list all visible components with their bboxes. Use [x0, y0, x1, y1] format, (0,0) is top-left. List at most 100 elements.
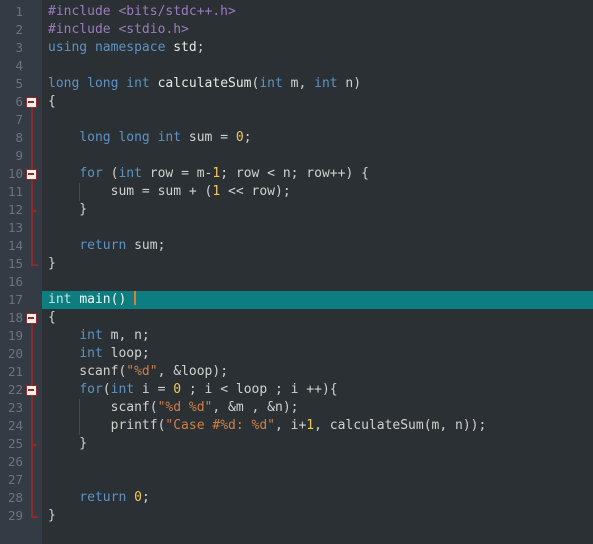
line-number: 25 [7, 436, 23, 451]
line-number: 4 [15, 58, 23, 73]
gutter-row[interactable]: 7 [0, 111, 42, 129]
code-line[interactable]: printf("Case #%d: %d", i+1, calculateSum… [42, 417, 593, 435]
code-line[interactable]: scanf("%d %d", &m , &n); [42, 399, 593, 417]
line-number: 13 [7, 220, 23, 235]
code-line[interactable]: scanf("%d", &loop); [42, 363, 593, 381]
line-number: 21 [7, 364, 23, 379]
code-token-str: "%d %d" [157, 400, 213, 415]
gutter-row[interactable]: 9 [0, 147, 42, 165]
gutter-row[interactable]: 14 [0, 237, 42, 255]
code-line[interactable]: #include <stdio.h> [42, 21, 593, 39]
gutter-row[interactable]: 10 [0, 165, 42, 183]
code-line[interactable] [42, 471, 593, 489]
code-line[interactable]: } [42, 255, 593, 273]
gutter-row[interactable]: 29 [0, 507, 42, 525]
gutter-row[interactable]: 1 [0, 3, 42, 21]
line-number: 3 [15, 40, 23, 55]
gutter-row[interactable]: 28 [0, 489, 42, 507]
gutter-row[interactable]: 5 [0, 75, 42, 93]
code-token-id: sum = sum + ( [48, 184, 213, 199]
gutter-row[interactable]: 3 [0, 39, 42, 57]
code-token-kw: for [79, 166, 103, 181]
code-editor[interactable]: 1 2 3 4 5 6 7 8 9 10 11 12 13 14 15 16 17 18 19 20 21 22 23 24 2… [0, 0, 593, 544]
code-token-str: "%d" [126, 364, 158, 379]
code-token-id: loop; [102, 346, 150, 361]
gutter-row[interactable]: 19 [0, 327, 42, 345]
code-line[interactable]: } [42, 201, 593, 219]
code-token-kw: using namespace [48, 40, 166, 55]
code-token-pre: #include <bits/stdc++.h> [48, 4, 236, 19]
code-line[interactable]: int loop; [42, 345, 593, 363]
code-lines[interactable]: #include <bits/stdc++.h> #include <stdio.… [42, 3, 593, 525]
code-token-num: 0 [235, 130, 244, 145]
gutter-row[interactable]: 2 [0, 21, 42, 39]
code-line[interactable]: long long int sum = 0; [42, 129, 593, 147]
line-number: 26 [7, 454, 23, 469]
code-token-id: n) [337, 76, 362, 91]
code-token-kw: return [79, 238, 127, 253]
code-line[interactable] [42, 111, 593, 129]
code-token-id: sum = [181, 130, 236, 145]
code-line[interactable]: for (int row = m-1; row < n; row++) { [42, 165, 593, 183]
code-line-current[interactable]: int main() [42, 291, 593, 309]
gutter-row[interactable]: 21 [0, 363, 42, 381]
code-token-id: ; row < n; row++) { [220, 166, 369, 181]
code-line[interactable]: #include <bits/stdc++.h> [42, 3, 593, 21]
gutter-row[interactable]: 23 [0, 399, 42, 417]
code-line[interactable]: { [42, 309, 593, 327]
code-line[interactable]: return sum; [42, 237, 593, 255]
gutter-row[interactable]: 18 [0, 309, 42, 327]
gutter-row[interactable]: 4 [0, 57, 42, 75]
code-line[interactable]: } [42, 435, 593, 453]
code-line[interactable]: for(int i = 0 ; i < loop ; i ++){ [42, 381, 593, 399]
code-token-kw: long long int [79, 130, 182, 145]
code-line[interactable]: long long int calculateSum(int m, int n) [42, 75, 593, 93]
line-number: 10 [7, 166, 23, 181]
code-content-area[interactable]: #include <bits/stdc++.h> #include <stdio.… [42, 0, 593, 544]
line-number: 20 [7, 346, 23, 361]
code-line[interactable] [42, 453, 593, 471]
code-line[interactable] [42, 273, 593, 291]
code-line[interactable]: sum = sum + (1 << row); [42, 183, 593, 201]
code-token-id: { [48, 94, 56, 109]
line-number: 5 [15, 76, 23, 91]
gutter-row[interactable]: 8 [0, 129, 42, 147]
gutter-row[interactable]: 13 [0, 219, 42, 237]
gutter-row[interactable]: 12 [0, 201, 42, 219]
code-line[interactable]: int m, n; [42, 327, 593, 345]
code-token-num: 0 [173, 382, 182, 397]
code-line[interactable] [42, 147, 593, 165]
editor-gutter[interactable]: 1 2 3 4 5 6 7 8 9 10 11 12 13 14 15 16 17 18 19 20 21 22 23 24 2… [0, 0, 42, 544]
gutter-row[interactable]: 25 [0, 435, 42, 453]
code-line[interactable]: } [42, 507, 593, 525]
code-token-kw: int [259, 76, 283, 91]
gutter-row[interactable]: 17 [0, 291, 42, 309]
gutter-row[interactable]: 26 [0, 453, 42, 471]
gutter-row[interactable]: 27 [0, 471, 42, 489]
code-line[interactable]: return 0; [42, 489, 593, 507]
code-line[interactable] [42, 57, 593, 75]
line-number: 11 [7, 184, 23, 199]
code-token-id: sum; [126, 238, 166, 253]
gutter-row[interactable]: 16 [0, 273, 42, 291]
gutter-row[interactable]: 6 [0, 93, 42, 111]
code-token-kw: return [79, 490, 127, 505]
line-number: 15 [7, 256, 23, 271]
line-number: 19 [7, 328, 23, 343]
code-line[interactable] [42, 219, 593, 237]
code-token-id: ( [102, 166, 119, 181]
code-token-id: } [48, 256, 56, 271]
code-line[interactable]: using namespace std; [42, 39, 593, 57]
line-number: 1 [15, 4, 23, 19]
gutter-row[interactable]: 15 [0, 255, 42, 273]
code-line[interactable]: { [42, 93, 593, 111]
gutter-row[interactable]: 24 [0, 417, 42, 435]
gutter-row[interactable]: 20 [0, 345, 42, 363]
gutter-row[interactable]: 11 [0, 183, 42, 201]
code-token-kw: int [79, 346, 103, 361]
gutter-row[interactable]: 22 [0, 381, 42, 399]
line-number: 12 [7, 202, 23, 217]
